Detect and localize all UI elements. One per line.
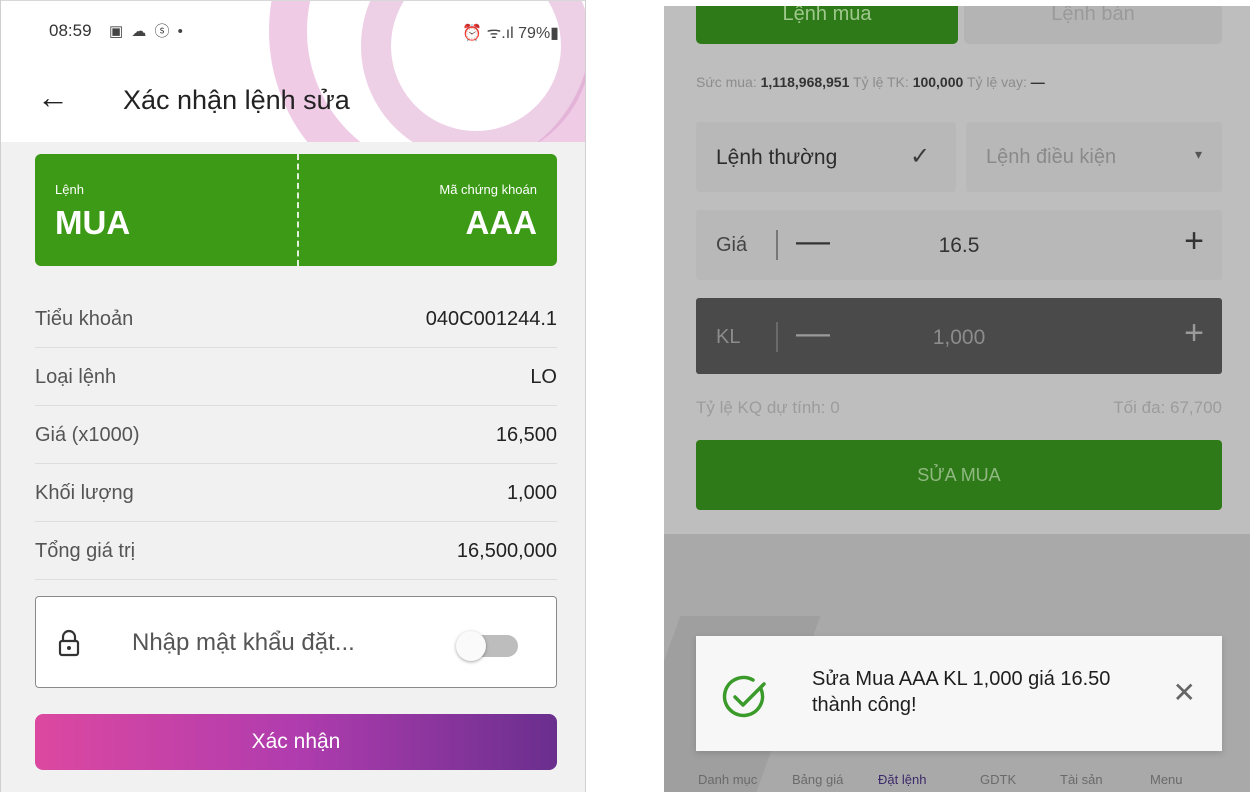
detail-label: Loại lệnh [35, 366, 117, 388]
password-placeholder[interactable]: Nhập mật khẩu đặt... [132, 629, 355, 657]
edit-buy-button[interactable]: SỬA MUA [696, 440, 1222, 510]
toast-message: Sửa Mua AAA KL 1,000 giá 16.50 thành côn… [812, 668, 1111, 716]
toggle-knob [456, 631, 486, 661]
detail-label: Giá (x1000) [35, 424, 140, 446]
detail-value: 040C001244.1 [425, 308, 557, 330]
order-type-normal-label: Lệnh thường [716, 146, 838, 169]
page-title: Xác nhận lệnh sửa [123, 85, 350, 115]
success-check-icon [722, 675, 766, 718]
buying-power-label: Sức mua: [696, 74, 757, 90]
card-divider [297, 154, 299, 266]
quantity-decrease-button[interactable]: — [796, 314, 830, 353]
detail-row-subaccount: Tiểu khoản 040C001244.1 [35, 290, 557, 348]
back-arrow-icon[interactable]: ← [37, 81, 69, 113]
nav-item-place-order[interactable]: Đặt lệnh [878, 772, 926, 787]
quantity-stepper: 1,000 KL — + [696, 298, 1222, 374]
detail-label: Tiểu khoản [35, 308, 134, 330]
stepper-separator [776, 230, 778, 260]
lock-icon [58, 629, 80, 657]
system-status-icons: ⏰ ᯤ.ıl 79%▮ [462, 25, 559, 42]
close-icon[interactable]: ✕ [1173, 676, 1196, 709]
order-type-normal[interactable]: Lệnh thường ✓ [696, 122, 956, 192]
nav-item-assets[interactable]: Tài sản [1060, 772, 1103, 787]
loan-ratio-value: — [1030, 74, 1045, 90]
expected-ratio: Tỷ lệ KQ dự tính: 0 [696, 398, 840, 417]
price-increase-button[interactable]: + [1184, 222, 1204, 261]
bottom-nav: Danh mục Bảng giá Đặt lệnh GDTK Tài sản … [664, 766, 1250, 792]
confirm-button[interactable]: Xác nhận [35, 714, 557, 770]
price-label: Giá [716, 234, 748, 256]
detail-label: Tổng giá trị [35, 540, 136, 562]
price-value[interactable]: 16.5 [696, 234, 1222, 258]
price-decrease-button[interactable]: — [796, 222, 830, 261]
confirm-edit-screen: 08:59 ▣ ☁ ⓢ • ⏰ ᯤ.ıl 79%▮ ← Xác nhận lện… [0, 0, 586, 792]
detail-row-quantity: Khối lượng 1,000 [35, 464, 557, 522]
detail-value: LO [530, 366, 557, 388]
detail-row-order-type: Loại lệnh LO [35, 348, 557, 406]
notification-icons: ▣ ☁ ⓢ • [109, 23, 185, 40]
tab-buy[interactable]: Lệnh mua [696, 6, 958, 44]
caret-down-icon: ▾ [1194, 146, 1202, 162]
detail-value: 16,500,000 [456, 540, 557, 562]
nav-item-watchlist[interactable]: Danh mục [698, 772, 757, 787]
order-side-label: Lệnh [55, 182, 84, 197]
quantity-label: KL [716, 326, 741, 348]
account-ratio-label: Tỷ lệ TK: [853, 74, 909, 90]
tab-sell[interactable]: Lệnh bán [964, 6, 1222, 44]
screenshot-root: 08:59 ▣ ☁ ⓢ • ⏰ ᯤ.ıl 79%▮ ← Xác nhận lện… [0, 0, 1250, 792]
account-ratio-value: 100,000 [912, 74, 964, 90]
detail-label: Khối lượng [35, 482, 134, 504]
quantity-value[interactable]: 1,000 [696, 326, 1222, 350]
nav-item-menu[interactable]: Menu [1150, 772, 1183, 787]
price-stepper: 16.5 Giá — + [696, 210, 1222, 280]
detail-value: 16,500 [495, 424, 557, 446]
buying-power-line: Sức mua: 1,118,968,951 Tỷ lệ TK: 100,000… [696, 74, 1045, 90]
detail-value: 1,000 [506, 482, 557, 504]
success-toast: Sửa Mua AAA KL 1,000 giá 16.50 thành côn… [696, 636, 1222, 751]
password-field[interactable]: Nhập mật khẩu đặt... [35, 596, 557, 688]
symbol-value: AAA [465, 204, 538, 241]
check-icon: ✓ [910, 143, 931, 170]
status-time: 08:59 [49, 21, 92, 40]
buying-power-value: 1,118,968,951 [760, 74, 850, 90]
order-side-value: MUA [55, 204, 131, 241]
order-entry-screen: Lệnh mua Lệnh bán Sức mua: 1,118,968,951… [664, 6, 1250, 792]
order-summary-card: Lệnh MUA Mã chứng khoán AAA [35, 154, 557, 266]
max-quantity[interactable]: Tối đa: 67,700 [1113, 398, 1222, 418]
status-bar: 08:59 ▣ ☁ ⓢ • ⏰ ᯤ.ıl 79%▮ [49, 19, 559, 45]
quantity-increase-button[interactable]: + [1184, 314, 1204, 353]
nav-item-price-board[interactable]: Bảng giá [792, 772, 843, 787]
detail-row-total-value: Tổng giá trị 16,500,000 [35, 522, 557, 580]
save-password-toggle[interactable] [456, 631, 518, 661]
symbol-label: Mã chứng khoán [439, 182, 537, 197]
order-type-conditional-dropdown[interactable]: Lệnh điều kiện ▾ [966, 122, 1222, 192]
loan-ratio-label: Tỷ lệ vay: [966, 74, 1027, 90]
nav-item-gdtk[interactable]: GDTK [980, 772, 1016, 787]
order-type-conditional-label: Lệnh điều kiện [986, 146, 1117, 168]
app-header: 08:59 ▣ ☁ ⓢ • ⏰ ᯤ.ıl 79%▮ ← Xác nhận lện… [1, 0, 585, 142]
stepper-separator [776, 322, 778, 352]
detail-row-price: Giá (x1000) 16,500 [35, 406, 557, 464]
